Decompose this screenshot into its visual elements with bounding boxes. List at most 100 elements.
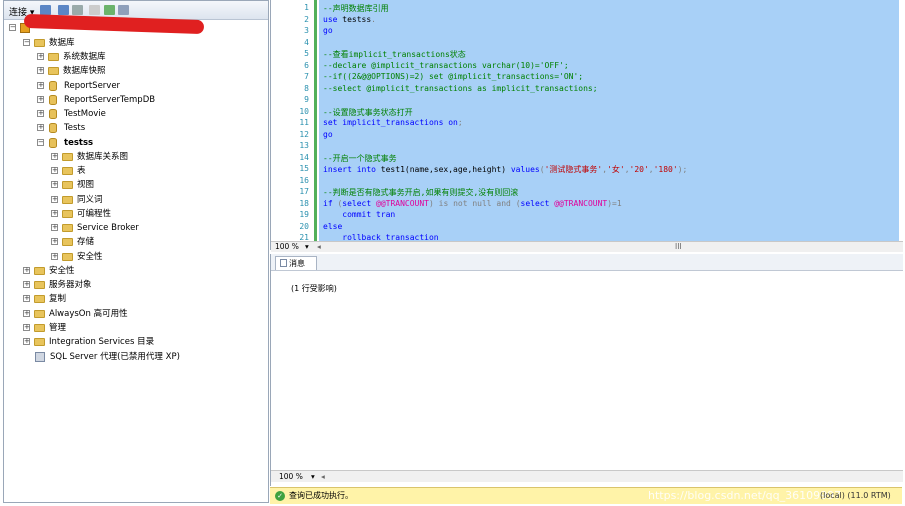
zoom-dropdown-icon[interactable]: ▾ — [305, 242, 309, 252]
tree-node-label: 表 — [77, 166, 86, 176]
expand-icon[interactable]: + — [23, 281, 30, 288]
code-line[interactable]: commit tran — [323, 210, 395, 219]
code-line[interactable]: --判断是否有隐式事务开启,如果有则提交,没有则回滚 — [323, 187, 518, 198]
folder-icon — [48, 67, 59, 75]
code-token: select — [342, 198, 376, 208]
horizontal-scroll-thumb[interactable]: III — [675, 242, 682, 252]
code-token: '测试隐式事务' — [544, 165, 603, 174]
folder-icon — [34, 338, 45, 346]
tree-node-label: AlwaysOn 高可用性 — [49, 309, 128, 319]
query-editor[interactable]: 1 2 3 4 5 6 7 8 9 10 11 12 13 14 15 16 17 18 19 20 21 --声明数据… — [270, 0, 903, 252]
code-line[interactable]: go — [323, 130, 333, 139]
code-token: '女' — [607, 165, 625, 174]
stop-icon[interactable] — [72, 5, 83, 15]
tab-messages[interactable]: 消息 — [275, 256, 317, 270]
line-number: 2 — [304, 14, 309, 24]
folder-icon — [34, 310, 45, 318]
server-info: (local) (11.0 RTM) — [820, 491, 891, 500]
collapse-icon[interactable]: − — [37, 139, 44, 146]
tree-node-label: 复制 — [49, 294, 67, 304]
tree-node-label: 安全性 — [49, 266, 75, 276]
code-token: testss — [342, 14, 372, 24]
refresh-icon[interactable] — [104, 5, 115, 15]
code-line[interactable]: --设置隐式事务状态打开 — [323, 107, 413, 118]
success-check-icon: ✓ — [275, 491, 285, 501]
collapse-icon[interactable]: − — [9, 24, 16, 31]
code-area[interactable]: --声明数据库引用 use testss. go --查看implicit_trans… — [319, 0, 899, 242]
tree-node-label: Service Broker — [77, 223, 139, 233]
tree-node-label: 数据库 — [49, 38, 75, 48]
expand-icon[interactable]: + — [51, 253, 58, 260]
code-token: if — [323, 198, 338, 208]
code-line[interactable]: --if((2&@@OPTIONS)=2) set @implicit_tran… — [323, 72, 583, 81]
filter-icon[interactable] — [89, 5, 100, 15]
object-explorer-panel: 连接 ▾ − − 数据库 + 系统数据库 + 数据库快照 + ReportServer + Rep… — [3, 0, 269, 503]
tree-node-label: 数据库关系图 — [77, 152, 129, 162]
expand-icon[interactable]: + — [51, 238, 58, 245]
line-number: 12 — [299, 129, 309, 139]
expand-icon[interactable]: + — [51, 153, 58, 160]
tree-node-label: 视图 — [77, 180, 95, 190]
expand-icon[interactable]: + — [23, 267, 30, 274]
database-icon — [49, 109, 57, 119]
code-token: @@TRANCOUNT — [376, 198, 429, 208]
code-line[interactable]: set implicit_transactions on; — [323, 118, 463, 127]
expand-icon[interactable]: + — [23, 295, 30, 302]
code-line[interactable]: --开启一个隐式事务 — [323, 153, 397, 164]
code-token: select — [520, 198, 555, 208]
expand-icon[interactable]: + — [51, 181, 58, 188]
code-token: go — [323, 26, 333, 35]
code-line[interactable]: else — [323, 222, 342, 231]
expand-icon[interactable]: + — [37, 110, 44, 117]
line-number: 13 — [299, 141, 309, 150]
code-token: set — [323, 118, 343, 127]
zoom-dropdown-icon[interactable]: ▾ — [311, 471, 315, 482]
tree-node-label: 存储 — [77, 237, 95, 247]
expand-icon[interactable]: + — [51, 196, 58, 203]
folder-icon — [34, 267, 45, 275]
expand-icon[interactable]: + — [23, 324, 30, 331]
expand-icon[interactable]: + — [37, 53, 44, 60]
code-line[interactable]: --declare @implicit_transactions varchar… — [323, 61, 569, 70]
tree-node-label: Tests — [64, 123, 86, 133]
expand-icon[interactable]: + — [23, 310, 30, 317]
code-token: else — [323, 221, 343, 231]
editor-zoom[interactable]: 100 % — [275, 242, 299, 252]
code-line[interactable]: insert into test1(name,sex,age,height) v… — [323, 164, 687, 175]
tree-node-label: SQL Server 代理(已禁用代理 XP) — [50, 352, 180, 362]
line-number: 3 — [304, 26, 309, 35]
code-token: ); — [677, 165, 688, 174]
tree-node-label: 可编程性 — [77, 209, 112, 219]
collapse-icon[interactable]: − — [23, 39, 30, 46]
tab-messages-label: 消息 — [289, 259, 305, 268]
code-line[interactable]: --声明数据库引用 — [323, 3, 389, 14]
expand-icon[interactable]: + — [37, 67, 44, 74]
tree-node-label: testss — [64, 138, 94, 148]
editor-status-bar: 100 % ▾ ◂ III — [271, 241, 903, 252]
expand-icon[interactable]: + — [51, 167, 58, 174]
code-line[interactable]: use testss. — [323, 15, 376, 24]
code-token: go — [323, 129, 333, 139]
folder-icon — [62, 167, 73, 175]
results-zoom[interactable]: 100 % — [279, 471, 303, 482]
code-line[interactable]: if (select @@TRANCOUNT) is not null and … — [323, 199, 622, 208]
summary-icon[interactable] — [118, 5, 129, 15]
folder-icon — [34, 295, 45, 303]
expand-icon[interactable]: + — [51, 224, 58, 231]
code-token: '20' — [629, 165, 649, 174]
code-line[interactable]: --查看implicit_transactions状态 — [323, 49, 466, 60]
line-number: 7 — [304, 72, 309, 81]
code-line[interactable]: go — [323, 26, 333, 35]
expand-icon[interactable]: + — [51, 210, 58, 217]
disconnect-icon[interactable] — [58, 5, 69, 15]
scroll-left-icon[interactable]: ◂ — [317, 242, 321, 252]
expand-icon[interactable]: + — [23, 338, 30, 345]
results-status-bar: 100 % ▾ ◂ — [271, 470, 903, 482]
scroll-left-icon[interactable]: ◂ — [321, 471, 325, 482]
code-token: @@TRANCOUNT — [554, 198, 608, 208]
line-number: 1 — [304, 3, 309, 12]
expand-icon[interactable]: + — [37, 82, 44, 89]
code-line[interactable]: --select @implicit_transactions as impli… — [323, 84, 598, 93]
expand-icon[interactable]: + — [37, 124, 44, 131]
expand-icon[interactable]: + — [37, 96, 44, 103]
